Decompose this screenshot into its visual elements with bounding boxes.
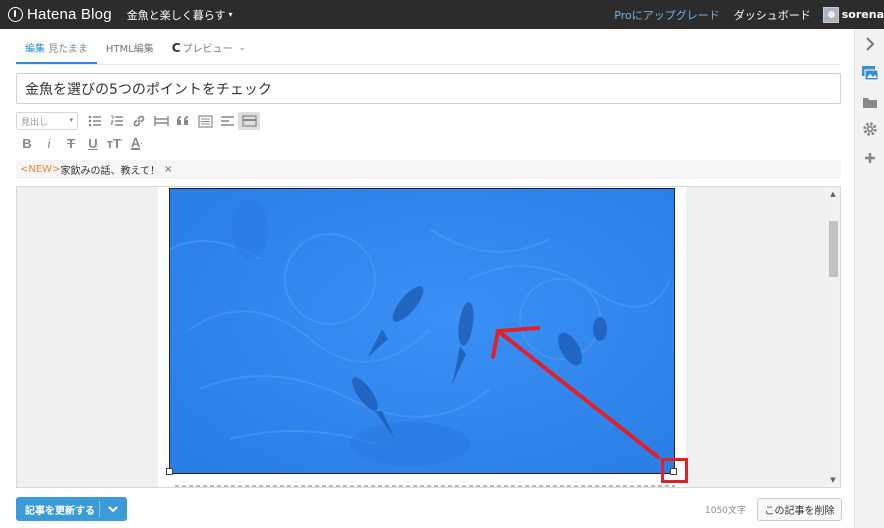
blog-title-dropdown[interactable]: 金魚と楽しく暮らす ▾ — [127, 7, 233, 23]
editor-tabs: 編集 見たまま HTML編集 C プレビュー ⌄ — [16, 37, 841, 65]
link-icon — [133, 115, 145, 127]
highlight-box — [661, 458, 688, 483]
theme-suggestion-link[interactable]: 家飲みの話、教えて！ — [60, 162, 160, 177]
goldfish-photo[interactable] — [169, 188, 675, 474]
photo-upload-button[interactable] — [855, 62, 884, 84]
strikethrough-icon: T — [67, 135, 75, 151]
update-article-button[interactable]: 記事を更新する — [16, 497, 127, 521]
chevron-right-icon — [866, 37, 875, 51]
toolbar-row-1: 見出し — [16, 111, 260, 131]
gear-icon — [863, 122, 877, 136]
logo-text: Hatena Blog — [27, 6, 112, 23]
quote-button[interactable] — [172, 112, 194, 130]
bold-icon: B — [22, 135, 32, 151]
quote-icon — [177, 116, 188, 125]
user-name: sorena — [841, 8, 884, 21]
numbered-list-icon — [110, 115, 123, 126]
user-menu[interactable]: sorena — [822, 6, 884, 23]
table-icon — [153, 116, 169, 126]
align-icon — [220, 116, 234, 126]
update-article-label: 記事を更新する — [16, 501, 100, 517]
chevron-down-icon: ▾ — [228, 10, 233, 19]
folder-button[interactable] — [855, 91, 884, 113]
editor-scrollbar[interactable]: ▲ ▼ — [826, 187, 840, 487]
folder-icon — [863, 97, 877, 108]
text-color-icon: A — [130, 134, 141, 150]
more-button[interactable] — [238, 112, 260, 130]
blog-title: 金魚と楽しく暮らす — [126, 8, 226, 22]
dashboard-link[interactable]: ダッシュボード — [734, 7, 811, 23]
link-button[interactable] — [128, 112, 150, 130]
tab-preview[interactable]: C プレビュー ⌄ — [163, 40, 255, 64]
italic-icon: i — [47, 135, 51, 151]
chevron-down-icon: ⌄ — [238, 42, 247, 53]
more-icon — [241, 115, 257, 127]
heading-select[interactable]: 見出し — [16, 112, 78, 130]
toolbar-row-2: B i T U тT· A · — [16, 133, 148, 153]
align-button[interactable] — [216, 112, 238, 130]
bold-button[interactable]: B — [16, 134, 38, 152]
heading-select-value: 見出し — [21, 117, 49, 128]
underline-button[interactable]: U — [82, 134, 104, 152]
bulleted-list-icon — [88, 115, 101, 127]
italic-button[interactable]: i — [38, 134, 60, 152]
collapse-sidebar-button[interactable] — [855, 33, 884, 55]
text-size-button[interactable]: тT· — [104, 134, 126, 152]
tab-wysiwyg[interactable]: 編集 見たまま — [16, 40, 97, 64]
text-size-icon: тT· — [106, 135, 124, 151]
character-count: 1050文字 — [705, 506, 746, 516]
numbered-list-button[interactable] — [106, 112, 128, 130]
truncated-text-line — [175, 485, 675, 487]
reload-icon: C — [171, 40, 181, 55]
new-badge: <NEW> — [20, 164, 61, 175]
underline-icon: U — [88, 135, 98, 151]
plus-icon — [865, 153, 875, 163]
chevron-down-icon[interactable] — [100, 505, 126, 513]
hatena-blog-logo[interactable]: Hatena Blog — [8, 6, 112, 23]
close-icon[interactable]: × — [164, 164, 172, 175]
theme-tag-bar: <NEW> 家飲みの話、教えて！ × — [16, 160, 841, 179]
avatar — [822, 6, 839, 23]
top-bar: Hatena Blog 金魚と楽しく暮らす ▾ Proにアップグレード ダッシュ… — [0, 0, 884, 29]
top-right-nav: Proにアップグレード ダッシュボード sorena — [614, 0, 884, 29]
goldfish-image-content — [170, 189, 674, 473]
photo-icon — [862, 66, 879, 81]
article-title-input[interactable] — [16, 73, 841, 104]
hatena-logo-icon — [8, 7, 23, 22]
pro-upgrade-link[interactable]: Proにアップグレード — [614, 7, 719, 23]
tab-html[interactable]: HTML編集 — [97, 40, 163, 64]
tab-wysiwyg-sub: 見たまま — [48, 44, 88, 55]
editor-body[interactable]: ▲ ▼ — [16, 186, 841, 488]
tab-preview-label: プレビュー — [182, 44, 233, 55]
resize-handle-bottom-left[interactable] — [166, 468, 173, 475]
add-button[interactable] — [855, 147, 884, 169]
table-button[interactable] — [150, 112, 172, 130]
bulleted-list-button[interactable] — [84, 112, 106, 130]
scroll-up-arrow-icon[interactable]: ▲ — [826, 187, 840, 201]
settings-button[interactable] — [855, 118, 884, 140]
text-color-button[interactable]: A · — [126, 134, 148, 152]
delete-article-button[interactable]: この記事を削除 — [757, 498, 842, 521]
right-sidebar — [854, 29, 884, 528]
strikethrough-button[interactable]: T — [60, 134, 82, 152]
scroll-down-arrow-icon[interactable]: ▼ — [826, 473, 840, 487]
scroll-thumb[interactable] — [829, 221, 838, 277]
list-box-icon — [197, 114, 213, 128]
tab-wysiwyg-label: 編集 — [25, 44, 45, 55]
list-box-button[interactable] — [194, 112, 216, 130]
tab-html-label: HTML編集 — [105, 44, 154, 55]
